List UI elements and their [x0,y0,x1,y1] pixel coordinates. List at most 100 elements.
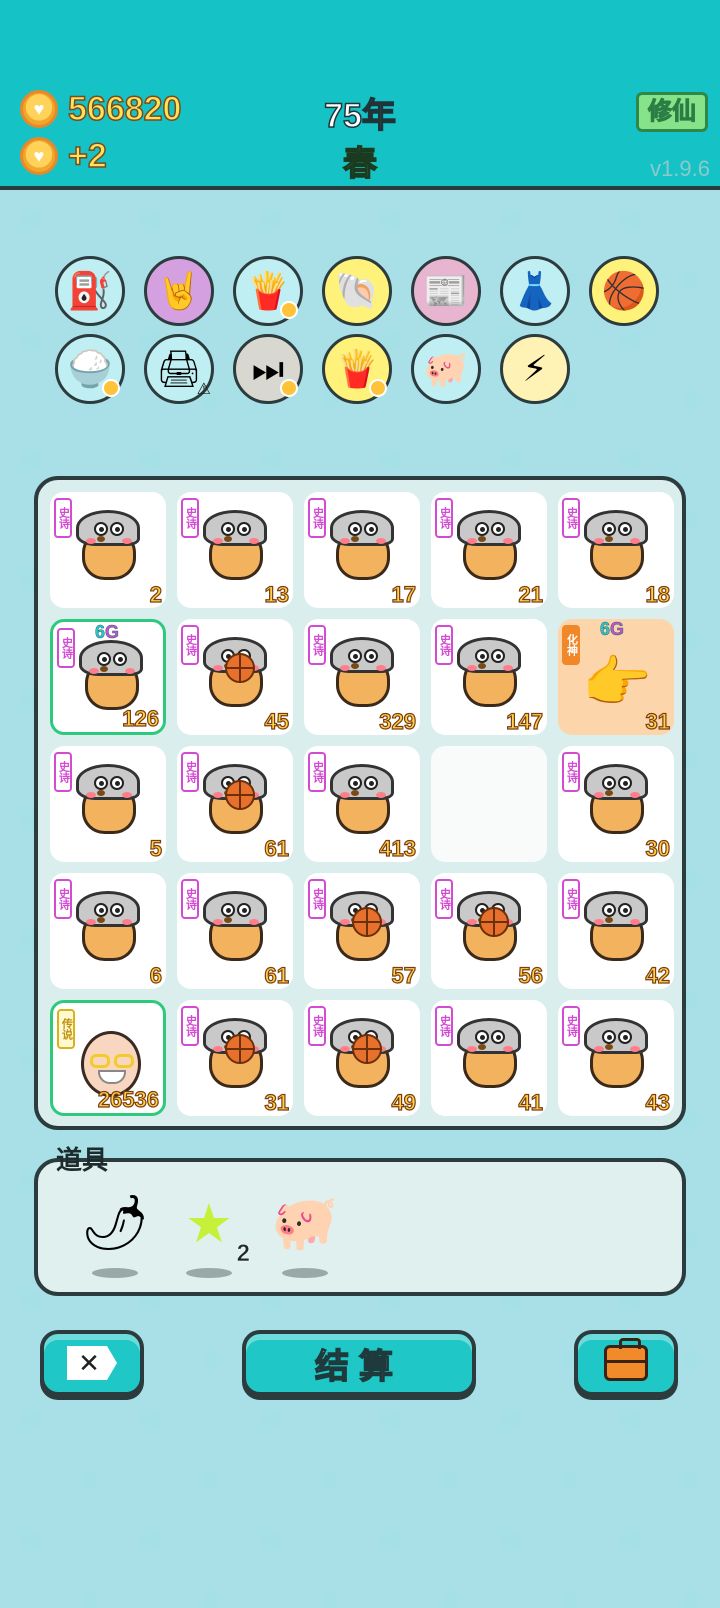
skirt-icon: 👗 [512,270,558,311]
item-piggy-bank[interactable]: 🐖 [270,1188,340,1278]
buff-slot[interactable]: 🍟 [322,334,392,404]
board-cell[interactable]: 史诗 41 [431,1000,547,1116]
rank-badge: 史诗 [562,752,580,792]
item-count: 2 [236,1240,250,1268]
board-cell[interactable]: 史诗 30 [558,746,674,862]
board-cell[interactable]: 化神 6G 👉 31 [558,619,674,735]
cell-value: 147 [506,708,544,734]
pump-icon: ⛽ [67,270,113,311]
board-cell[interactable]: 史诗 21 [431,492,547,608]
board-cell[interactable]: 史诗 329 [304,619,420,735]
buff-slot[interactable]: 🐚 [322,256,392,326]
board-cell[interactable]: 史诗 18 [558,492,674,608]
buff-slot[interactable]: 🍟 [233,256,303,326]
character-icon [584,510,648,584]
buff-slot[interactable]: 🐖 [411,334,481,404]
board-cell[interactable]: 史诗 31 [177,1000,293,1116]
character-icon [330,891,394,965]
rank-badge: 史诗 [435,498,453,538]
character-icon [330,764,394,838]
coin-badge-icon [280,301,298,319]
cell-value: 41 [518,1089,544,1115]
cell-value: 42 [645,962,671,988]
settle-button[interactable]: 结算 [242,1330,476,1396]
top-bar: ♥ 566820 ♥ +2 75年 春 修仙 v1.9.6 [0,0,720,190]
board-cell[interactable]: 史诗 147 [431,619,547,735]
cell-value: 17 [391,581,417,607]
basketball-icon [352,907,382,937]
basketball-icon [225,780,255,810]
board-cell[interactable]: 史诗 57 [304,873,420,989]
shell-icon: 🐚 [334,270,380,311]
piggy-bank-icon: 🐖 [423,348,469,389]
buff-slot[interactable]: 🍚 [55,334,125,404]
cell-value: 18 [645,581,671,607]
rank-badge: 化神 [562,625,580,665]
board-cell[interactable]: 史诗 6G 126 [50,619,166,735]
rank-badge: 史诗 [435,879,453,919]
rank-badge: 史诗 [54,879,72,919]
character-icon [457,1018,521,1092]
character-icon [330,510,394,584]
item-shadow [282,1268,328,1278]
rank-badge: 史诗 [562,879,580,919]
item-star[interactable]: ★ 2 [174,1188,250,1278]
lightning-icon: ⚡ [522,348,548,389]
coin-badge-icon [280,379,298,397]
rock-hand-icon: 🤘 [156,270,202,311]
coin-badge-icon [102,379,120,397]
skip-icon: ⏭ [251,347,285,389]
rank-badge: 史诗 [308,752,326,792]
cell-value: 61 [264,835,290,861]
item-shadow [186,1268,232,1278]
character-icon [203,764,267,838]
coin-icon: ♥ [20,90,58,128]
buff-slot[interactable]: 📰 [411,256,481,326]
board-cell[interactable]: 史诗 61 [177,873,293,989]
printer-icon: 🖨 [156,348,202,389]
character-icon [330,1018,394,1092]
board-cell[interactable]: 史诗 61 [177,746,293,862]
item-chili[interactable]: 🌶 [80,1188,150,1278]
buff-slot[interactable]: 🏀 [589,256,659,326]
board-cell[interactable] [431,746,547,862]
bag-button[interactable] [574,1330,678,1396]
basketballs-icon: 🏀 [601,270,647,311]
rank-badge: 史诗 [562,1006,580,1046]
basketball-icon [225,1034,255,1064]
close-button[interactable]: ✕ [40,1330,144,1396]
board-cell[interactable]: 传说 26536 [50,1000,166,1116]
board-cell[interactable]: 史诗 17 [304,492,420,608]
xiuxian-button[interactable]: 修仙 [636,92,708,132]
buff-slot[interactable]: ⏭ [233,334,303,404]
rank-badge: 史诗 [435,1006,453,1046]
coin-badge-icon [369,379,387,397]
cell-value: 31 [264,1089,290,1115]
board-cell[interactable]: 史诗 42 [558,873,674,989]
buff-slot[interactable]: 👗 [500,256,570,326]
board-cell[interactable]: 史诗 413 [304,746,420,862]
rank-badge: 史诗 [54,498,72,538]
board-cell[interactable]: 史诗 6 [50,873,166,989]
buff-slot[interactable]: ⚡ [500,334,570,404]
board-cell[interactable]: 史诗 49 [304,1000,420,1116]
buff-slot[interactable]: ⛽ [55,256,125,326]
board-cell[interactable]: 史诗 43 [558,1000,674,1116]
character-icon [203,637,267,711]
board-cell[interactable]: 史诗 2 [50,492,166,608]
rank-badge: 史诗 [308,879,326,919]
rank-badge: 史诗 [57,628,75,668]
character-icon [457,891,521,965]
board-cell[interactable]: 史诗 13 [177,492,293,608]
buff-slot[interactable]: 🖨 ⚠ [144,334,214,404]
rank-badge: 史诗 [181,625,199,665]
board-cell[interactable]: 史诗 5 [50,746,166,862]
board-cell[interactable]: 史诗 56 [431,873,547,989]
cell-value: 56 [518,962,544,988]
6g-tag: 6G [600,619,625,639]
buff-slot[interactable]: 🤘 [144,256,214,326]
board-cell[interactable]: 史诗 45 [177,619,293,735]
cell-value: 413 [379,835,417,861]
cell-value: 45 [264,708,290,734]
star-icon: ★ [184,1193,234,1254]
